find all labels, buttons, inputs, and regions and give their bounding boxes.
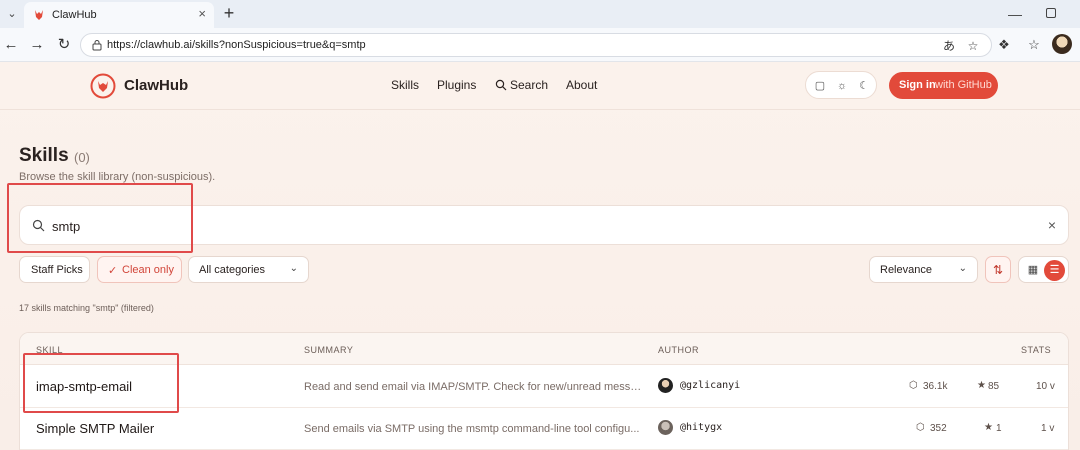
list-view-icon[interactable]: ☰	[1044, 260, 1065, 281]
staff-picks-label: Staff Picks	[31, 264, 83, 276]
staff-picks-filter[interactable]: Staff Picks	[19, 256, 90, 283]
sign-in-github-button[interactable]: Sign in with GitHub	[889, 72, 998, 99]
check-icon: ✓	[108, 265, 118, 277]
skill-summary: Read and send email via IMAP/SMTP. Check…	[304, 381, 644, 393]
address-bar[interactable]: https://clawhub.ai/skills?nonSuspicious=…	[80, 33, 992, 57]
result-highlight-box	[23, 353, 179, 413]
nav-skills[interactable]: Skills	[391, 78, 419, 92]
with-github-label: with GitHub	[935, 79, 992, 91]
sort-select-value: Relevance	[880, 264, 932, 276]
skill-summary: Send emails via SMTP using the msmtp com…	[304, 423, 640, 435]
column-header-summary: SUMMARY	[304, 345, 354, 355]
result-count: 17 skills matching "smtp" (filtered)	[19, 303, 154, 313]
translate-icon[interactable]: あ	[941, 38, 957, 54]
browser-toolbar: ← → ↻ https://clawhub.ai/skills?nonSuspi…	[0, 28, 1080, 62]
monitor-icon[interactable]: ▢	[811, 77, 829, 95]
stars-count: 1	[996, 423, 1002, 434]
nav-search[interactable]: Search	[510, 78, 548, 92]
tab-close-icon[interactable]: ×	[198, 7, 206, 21]
page-subtitle: Browse the skill library (non-suspicious…	[19, 171, 216, 183]
sort-direction-icon[interactable]: ⇅	[985, 256, 1011, 283]
clear-search-icon[interactable]: ×	[1048, 217, 1056, 233]
clean-only-filter[interactable]: ✓ Clean only	[97, 256, 182, 283]
tab-list-chevron-icon[interactable]: ⌄	[4, 6, 20, 22]
downloads-icon: ⬡	[909, 380, 918, 391]
view-toggle: ▦ ☰	[1018, 256, 1069, 283]
moon-icon[interactable]: ☾	[855, 77, 873, 95]
back-arrow-icon[interactable]: ←	[2, 36, 20, 54]
star-icon: ★	[977, 380, 986, 391]
profile-avatar[interactable]	[1052, 34, 1072, 54]
author-handle[interactable]: @hitygx	[680, 422, 722, 433]
window-maximize-icon[interactable]	[1046, 8, 1056, 18]
clawhub-logo-icon[interactable]	[90, 73, 116, 99]
grid-view-icon[interactable]: ▦	[1025, 262, 1041, 278]
browser-tab[interactable]: ClawHub ×	[24, 2, 214, 28]
category-select-value: All categories	[199, 264, 266, 276]
new-tab-plus-icon[interactable]: +	[220, 4, 238, 22]
extensions-puzzle-icon[interactable]: ❖	[995, 36, 1013, 54]
url-text: https://clawhub.ai/skills?nonSuspicious=…	[107, 39, 366, 51]
skill-name[interactable]: Simple SMTP Mailer	[36, 421, 154, 436]
versions-count: 1 v	[1041, 423, 1055, 434]
tab-title: ClawHub	[52, 9, 97, 21]
nav-about[interactable]: About	[566, 78, 597, 92]
skills-count: (0)	[74, 150, 90, 165]
downloads-icon: ⬡	[916, 422, 925, 433]
author-handle[interactable]: @gzlicanyi	[680, 380, 740, 391]
column-header-author: AUTHOR	[658, 345, 699, 355]
reload-icon[interactable]: ↻	[55, 36, 73, 54]
clawhub-favicon-icon	[35, 10, 43, 20]
downloads-count: 352	[930, 423, 947, 434]
search-icon	[495, 79, 507, 91]
stars-count: 85	[988, 381, 1000, 392]
favorites-list-icon[interactable]: ☆	[1025, 36, 1043, 54]
column-header-stats: STATS	[1021, 345, 1052, 355]
author-avatar	[658, 378, 673, 393]
downloads-count: 36.1k	[923, 381, 948, 392]
sort-select[interactable]: Relevance ⌄	[869, 256, 978, 283]
site-header: ClawHub Skills Plugins Search About ▢ ☼ …	[0, 62, 1080, 110]
table-row[interactable]: Simple SMTP Mailer Send emails via SMTP …	[20, 408, 1068, 450]
page-title: Skills	[19, 145, 69, 166]
sign-in-label: Sign in	[899, 79, 936, 91]
clean-only-label: Clean only	[122, 264, 174, 276]
window-minimize-icon[interactable]: —	[1008, 6, 1022, 22]
chevron-down-icon: ⌄	[958, 263, 967, 274]
search-highlight-box	[7, 183, 193, 253]
browser-tab-bar: ⌄ ClawHub × + —	[0, 0, 1080, 28]
theme-switcher: ▢ ☼ ☾	[805, 71, 877, 99]
nav-plugins[interactable]: Plugins	[437, 78, 476, 92]
author-avatar	[658, 420, 673, 435]
brand-name[interactable]: ClawHub	[124, 77, 188, 94]
versions-count: 10 v	[1036, 381, 1055, 392]
forward-arrow-icon[interactable]: →	[28, 36, 46, 54]
category-select[interactable]: All categories ⌄	[188, 256, 309, 283]
star-icon: ★	[984, 422, 993, 433]
site-info-icon[interactable]	[91, 39, 103, 51]
favorite-star-icon[interactable]: ☆	[965, 38, 981, 54]
chevron-down-icon: ⌄	[289, 263, 298, 274]
sun-icon[interactable]: ☼	[833, 77, 851, 95]
